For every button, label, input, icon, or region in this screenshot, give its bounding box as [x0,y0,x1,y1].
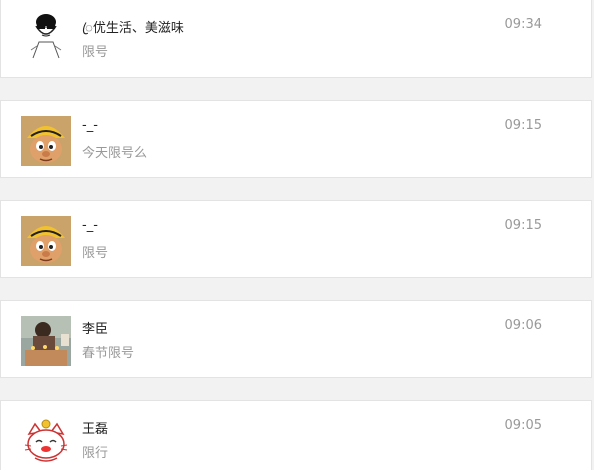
message-time: 09:15 [504,118,542,133]
conversation-row[interactable]: 李臣 春节限号 09:06 [0,300,592,378]
conversation-row[interactable]: -_- 今天限号么 09:15 [0,100,592,178]
last-message: 限号 [82,45,109,60]
contact-name: 王磊 [82,422,109,437]
message-time: 09:05 [504,418,542,433]
sketch-man-sunglasses-icon[interactable] [23,12,73,62]
contact-name: -_- [82,218,98,233]
conversation-row[interactable]: -_- 限号 09:15 [0,200,592,278]
cartoon-boy-cap-icon[interactable] [21,216,71,266]
message-time: 09:34 [504,17,542,32]
last-message: 今天限号么 [82,146,148,161]
message-time: 09:15 [504,218,542,233]
lucky-cat-icon[interactable] [21,416,71,466]
last-message: 限号 [82,246,109,261]
conversation-list: ꦿ优生活、美滋味 限号 09:34 -_- 今天限号么 09:15 -_- 限号… [0,0,594,470]
photo-child-birthday-icon[interactable] [21,316,71,366]
contact-name: 李臣 [82,322,109,337]
last-message: 春节限号 [82,346,135,361]
message-time: 09:06 [504,318,542,333]
contact-name: ꦿ优生活、美滋味 [82,21,184,36]
cartoon-boy-cap-icon[interactable] [21,116,71,166]
contact-name: -_- [82,118,98,133]
conversation-row[interactable]: ꦿ优生活、美滋味 限号 09:34 [0,0,592,78]
conversation-row[interactable]: 王磊 限行 09:05 [0,400,592,470]
last-message: 限行 [82,446,109,461]
